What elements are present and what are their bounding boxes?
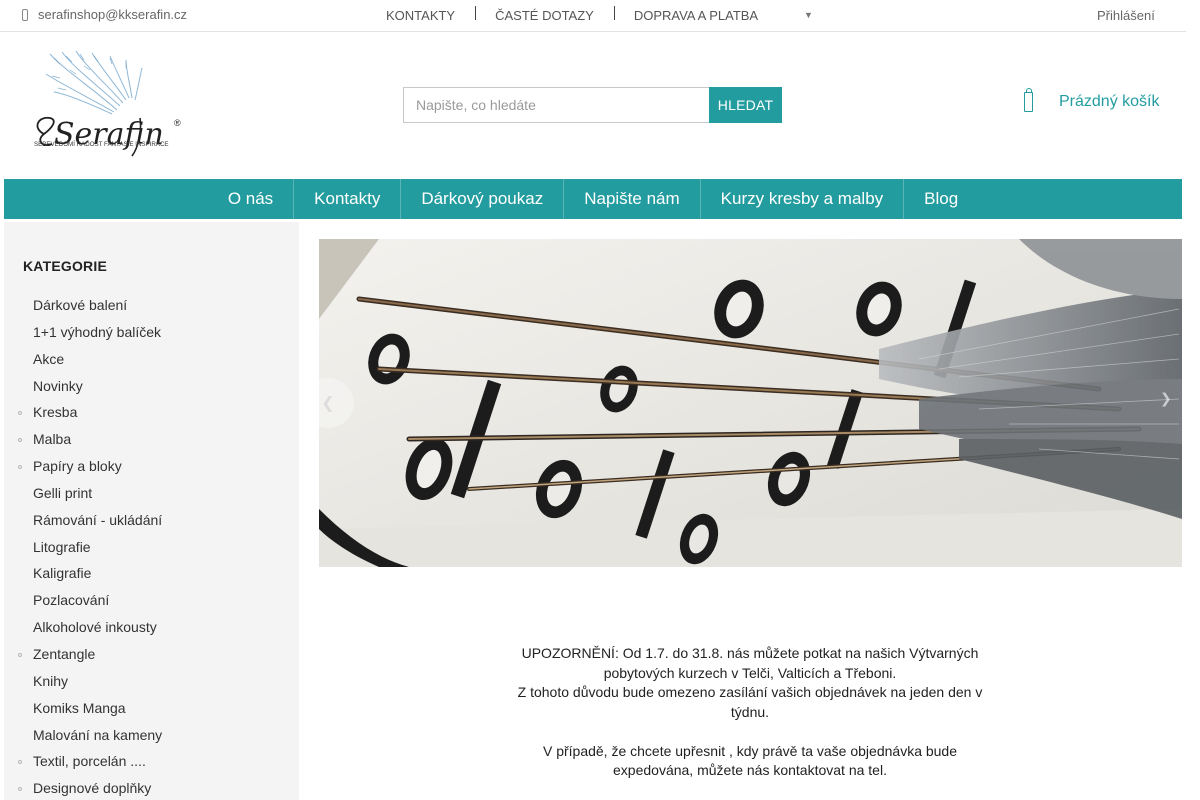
serafin-logo: Serafin ® SEBEVĚDOMÍ RADOST FANTASIE INS… <box>34 50 181 157</box>
sidebar-category-label[interactable]: Zentangle <box>33 646 95 662</box>
sidebar-category-item[interactable]: Malování na kameny <box>4 722 299 749</box>
sidebar-category-item[interactable]: Kaligrafie <box>4 560 299 587</box>
sidebar-category-item[interactable]: Komiks Manga <box>4 695 299 722</box>
contact-email-text[interactable]: serafinshop@kkserafin.cz <box>38 7 187 22</box>
search-bar: HLEDAT <box>403 87 782 123</box>
sidebar-category-label[interactable]: Pozlacování <box>33 592 109 608</box>
top-bar: serafinshop@kkserafin.cz KONTAKTY ČASTÉ … <box>0 0 1186 32</box>
expand-bullet-icon <box>18 438 22 443</box>
sidebar-category-item[interactable]: Designové doplňky <box>4 775 299 800</box>
nav-courses[interactable]: Kurzy kresby a malby <box>699 179 904 219</box>
sidebar-category-label[interactable]: Rámování - ukládání <box>33 512 162 528</box>
sidebar-category-label[interactable]: Komiks Manga <box>33 700 126 716</box>
search-button[interactable]: HLEDAT <box>709 87 782 123</box>
top-link-kontakty[interactable]: KONTAKTY <box>386 8 455 23</box>
notice-line: Z tohoto důvodu bude omezeno zasílání va… <box>517 684 983 720</box>
sidebar-category-item[interactable]: Malba <box>4 426 299 453</box>
sidebar-category-label[interactable]: Kaligrafie <box>33 565 91 581</box>
main-nav: O nás Kontakty Dárkový poukaz Napište ná… <box>4 179 1182 219</box>
sidebar-category-label[interactable]: Textil, porcelán .... <box>33 753 146 769</box>
chevron-left-icon: ❮ <box>321 395 335 412</box>
expand-bullet-icon <box>18 411 22 416</box>
sidebar-category-label[interactable]: Malba <box>33 431 71 447</box>
notice-line: V případě, že chcete upřesnit , kdy práv… <box>542 742 958 779</box>
sidebar-category-item[interactable]: Zentangle <box>4 641 299 668</box>
contact-email[interactable]: serafinshop@kkserafin.cz <box>22 7 187 22</box>
sidebar-category-item[interactable]: Akce <box>4 346 299 373</box>
sidebar-category-item[interactable]: Litografie <box>4 534 299 561</box>
nav-gift-voucher[interactable]: Dárkový poukaz <box>400 179 563 219</box>
sidebar-category-label[interactable]: Akce <box>33 351 64 367</box>
sidebar-category-label[interactable]: Novinky <box>33 378 83 394</box>
nav-blog[interactable]: Blog <box>903 179 978 219</box>
nav-contacts[interactable]: Kontakty <box>293 179 400 219</box>
expand-bullet-icon <box>18 760 22 765</box>
slider-prev-button[interactable]: ❮ <box>302 378 354 428</box>
sidebar-category-item[interactable]: Knihy <box>4 668 299 695</box>
top-link-shipping[interactable]: DOPRAVA A PLATBA <box>634 8 758 23</box>
sidebar-category-item[interactable]: Pozlacování <box>4 587 299 614</box>
cart-label[interactable]: Prázdný košík <box>1059 93 1159 111</box>
sidebar-category-label[interactable]: Designové doplňky <box>33 780 151 796</box>
banner-image <box>319 239 1182 567</box>
notice-line: UPOZORNĚNÍ: Od 1.7. do 31.8. nás můžete … <box>521 645 979 681</box>
sidebar-title: KATEGORIE <box>23 258 107 274</box>
sidebar-category-item[interactable]: Dárkové balení <box>4 292 299 319</box>
expand-bullet-icon <box>18 652 22 657</box>
expand-bullet-icon <box>18 465 22 470</box>
separator <box>613 5 615 20</box>
sidebar-category-item[interactable]: Kresba <box>4 399 299 426</box>
nav-about[interactable]: O nás <box>208 179 293 219</box>
site-logo[interactable]: Serafin ® SEBEVĚDOMÍ RADOST FANTASIE INS… <box>22 48 187 160</box>
sidebar-category-item[interactable]: 1+1 výhodný balíček <box>4 319 299 346</box>
sidebar-category-item[interactable]: Papíry a bloky <box>4 453 299 480</box>
sidebar-category-item[interactable]: Gelli print <box>4 480 299 507</box>
logo-tagline: SEBEVĚDOMÍ RADOST FANTASIE INSPIRACE <box>34 140 169 148</box>
dropdown-arrow-icon[interactable]: ▼ <box>804 10 813 20</box>
sidebar-category-item[interactable]: Rámování - ukládání <box>4 507 299 534</box>
sidebar-category-label[interactable]: Litografie <box>33 539 91 555</box>
sidebar-category-label[interactable]: Alkoholové inkousty <box>33 619 157 635</box>
cart[interactable]: Prázdný košík <box>1024 88 1159 112</box>
sidebar-category-label[interactable]: Gelli print <box>33 485 92 501</box>
separator <box>475 5 477 20</box>
shopping-bag-icon <box>1024 88 1033 112</box>
sidebar-category-item[interactable]: Alkoholové inkousty <box>4 614 299 641</box>
category-sidebar: KATEGORIE Dárkové balení 1+1 výhodný balí… <box>4 222 299 800</box>
sidebar-category-label[interactable]: Knihy <box>33 673 68 689</box>
sidebar-category-label[interactable]: Kresba <box>33 404 77 420</box>
notice-spacer <box>510 722 990 742</box>
top-nav: KONTAKTY ČASTÉ DOTAZY DOPRAVA A PLATBA <box>386 0 758 31</box>
sidebar-category-item[interactable]: Novinky <box>4 373 299 400</box>
login-link[interactable]: Přihlášení <box>1097 8 1155 23</box>
expand-bullet-icon <box>18 787 22 792</box>
sidebar-category-label[interactable]: Malování na kameny <box>33 727 162 743</box>
category-list: Dárkové balení 1+1 výhodný balíček Akce Nov… <box>4 292 299 800</box>
sidebar-category-item[interactable]: Textil, porcelán .... <box>4 748 299 775</box>
sidebar-category-label[interactable]: 1+1 výhodný balíček <box>33 324 161 340</box>
hero-banner[interactable] <box>319 239 1182 567</box>
slider-next-button[interactable]: ❯ <box>1160 390 1172 407</box>
chevron-right-icon: ❯ <box>1160 390 1172 406</box>
shipping-notice: UPOZORNĚNÍ: Od 1.7. do 31.8. nás můžete … <box>510 644 990 781</box>
sidebar-category-label[interactable]: Papíry a bloky <box>33 458 122 474</box>
svg-text:®: ® <box>174 118 181 128</box>
phone-icon <box>22 8 28 21</box>
sidebar-category-label[interactable]: Dárkové balení <box>33 297 127 313</box>
search-input[interactable] <box>403 87 709 123</box>
top-link-faq[interactable]: ČASTÉ DOTAZY <box>495 8 594 23</box>
nav-write-us[interactable]: Napište nám <box>563 179 699 219</box>
